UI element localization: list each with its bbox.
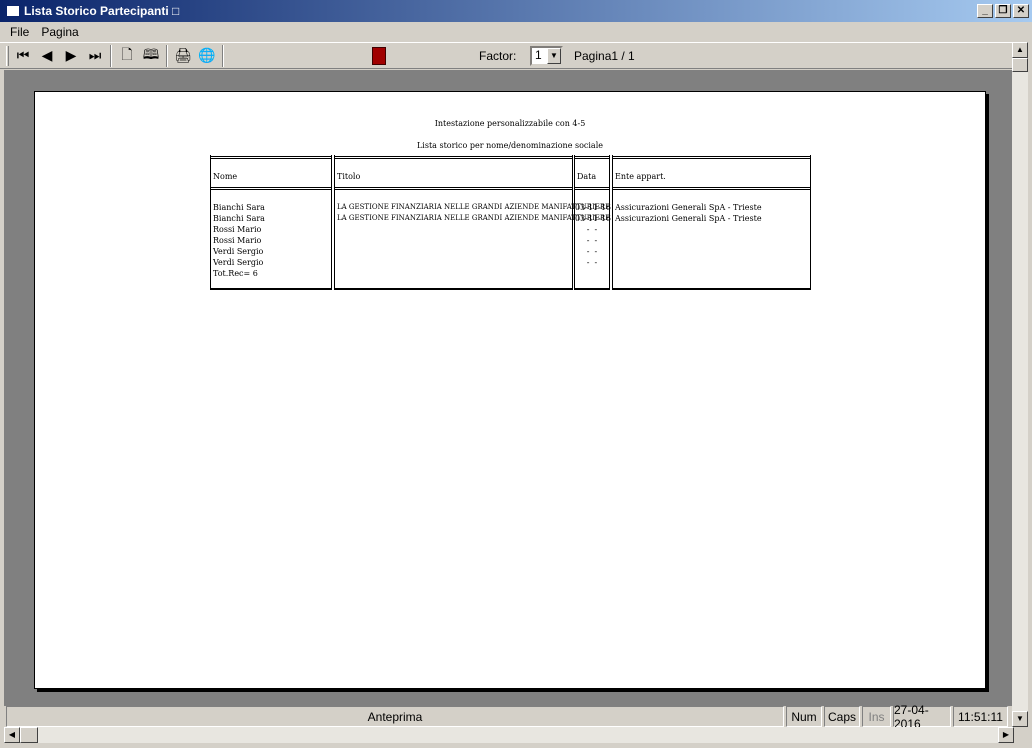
ente-values: Assicurazioni Generali SpA - Trieste Ass…: [615, 203, 762, 223]
preview-area: Intestazione personalizzabile con 4-5 Li…: [4, 70, 1012, 706]
last-page-icon[interactable]: ⏭: [83, 45, 107, 67]
exit-icon[interactable]: [372, 47, 386, 65]
app-icon: [6, 5, 20, 17]
print-icon[interactable]: 🖨: [171, 45, 195, 67]
data-values: 03-11-16 03-11-16 - - - - - - - -: [575, 203, 611, 267]
menu-file[interactable]: File: [4, 25, 35, 39]
horizontal-scroll-thumb[interactable]: [20, 727, 38, 743]
column-header-titolo: Titolo: [337, 172, 361, 181]
status-date: 27-04-2016: [893, 703, 951, 731]
two-pages-icon[interactable]: 🕮: [139, 45, 163, 67]
scroll-left-icon[interactable]: ◀: [4, 727, 20, 743]
status-bar: Anteprima Num Caps Ins 27-04-2016 11:51:…: [4, 703, 1012, 731]
status-num: Num: [786, 706, 822, 727]
page-indicator: Pagina1 / 1: [574, 49, 635, 63]
export-icon[interactable]: 🌐: [195, 45, 219, 67]
close-button[interactable]: ✕: [1013, 4, 1029, 18]
first-page-icon[interactable]: ⏮: [11, 45, 35, 67]
vertical-scrollbar[interactable]: ▲ ▼: [1012, 42, 1028, 727]
column-header-ente: Ente appart.: [615, 172, 666, 181]
status-caps: Caps: [824, 706, 860, 727]
report-subtitle: Lista storico per nome/denominazione soc…: [416, 141, 603, 150]
toolbar-separator: [222, 44, 224, 67]
horizontal-scrollbar[interactable]: ◀ ▶: [4, 727, 1014, 743]
vertical-scroll-thumb[interactable]: [1012, 58, 1028, 72]
status-message: Anteprima: [6, 706, 784, 727]
column-header-nome: Nome: [213, 172, 238, 181]
report-header: Intestazione personalizzabile con 4-5: [434, 119, 586, 128]
window-title: Lista Storico Partecipanti □: [24, 4, 180, 18]
status-ins: Ins: [862, 706, 891, 727]
scroll-right-icon[interactable]: ▶: [998, 727, 1014, 743]
minimize-button[interactable]: _: [977, 4, 993, 18]
column-header-data: Data: [577, 172, 597, 181]
scroll-down-icon[interactable]: ▼: [1012, 711, 1028, 727]
titolo-values: LA GESTIONE FINANZIARIA NELLE GRANDI AZI…: [337, 203, 611, 222]
toolbar-grip[interactable]: [6, 45, 9, 66]
next-page-icon[interactable]: ▶: [59, 45, 83, 67]
toolbar: ⏮ ◀ ▶ ⏭ 🗋 🕮 🖨 🌐 Factor: 1 ▼ Pagina1 / 1: [0, 42, 1012, 69]
column-ente: Ente appart. Assicurazioni Generali SpA …: [612, 155, 811, 290]
previous-page-icon[interactable]: ◀: [35, 45, 59, 67]
factor-select[interactable]: 1 ▼: [530, 46, 563, 66]
nome-values: Bianchi Sara Bianchi Sara Rossi Mario Ro…: [213, 203, 265, 278]
column-data: Data 03-11-16 03-11-16 - - - - - - - -: [574, 155, 611, 290]
single-page-icon[interactable]: 🗋: [115, 45, 139, 67]
chevron-down-icon[interactable]: ▼: [547, 48, 561, 64]
title-bar: Lista Storico Partecipanti □ _ ❐ ✕: [0, 0, 1032, 22]
column-nome: Nome Bianchi Sara Bianchi Sara Rossi Mar…: [210, 155, 332, 290]
factor-label: Factor:: [479, 49, 517, 63]
menu-bar: File Pagina: [0, 22, 1032, 42]
column-titolo: Titolo LA GESTIONE FINANZIARIA NELLE GRA…: [334, 155, 610, 290]
toolbar-separator: [110, 44, 112, 67]
report-page: Intestazione personalizzabile con 4-5 Li…: [34, 91, 986, 689]
factor-value: 1: [535, 48, 542, 62]
status-time: 11:51:11: [953, 706, 1008, 727]
menu-pagina[interactable]: Pagina: [35, 25, 84, 39]
report-table: Nome Bianchi Sara Bianchi Sara Rossi Mar…: [210, 155, 811, 290]
toolbar-separator: [166, 44, 168, 67]
restore-button[interactable]: ❐: [995, 4, 1011, 18]
scroll-up-icon[interactable]: ▲: [1012, 42, 1028, 58]
